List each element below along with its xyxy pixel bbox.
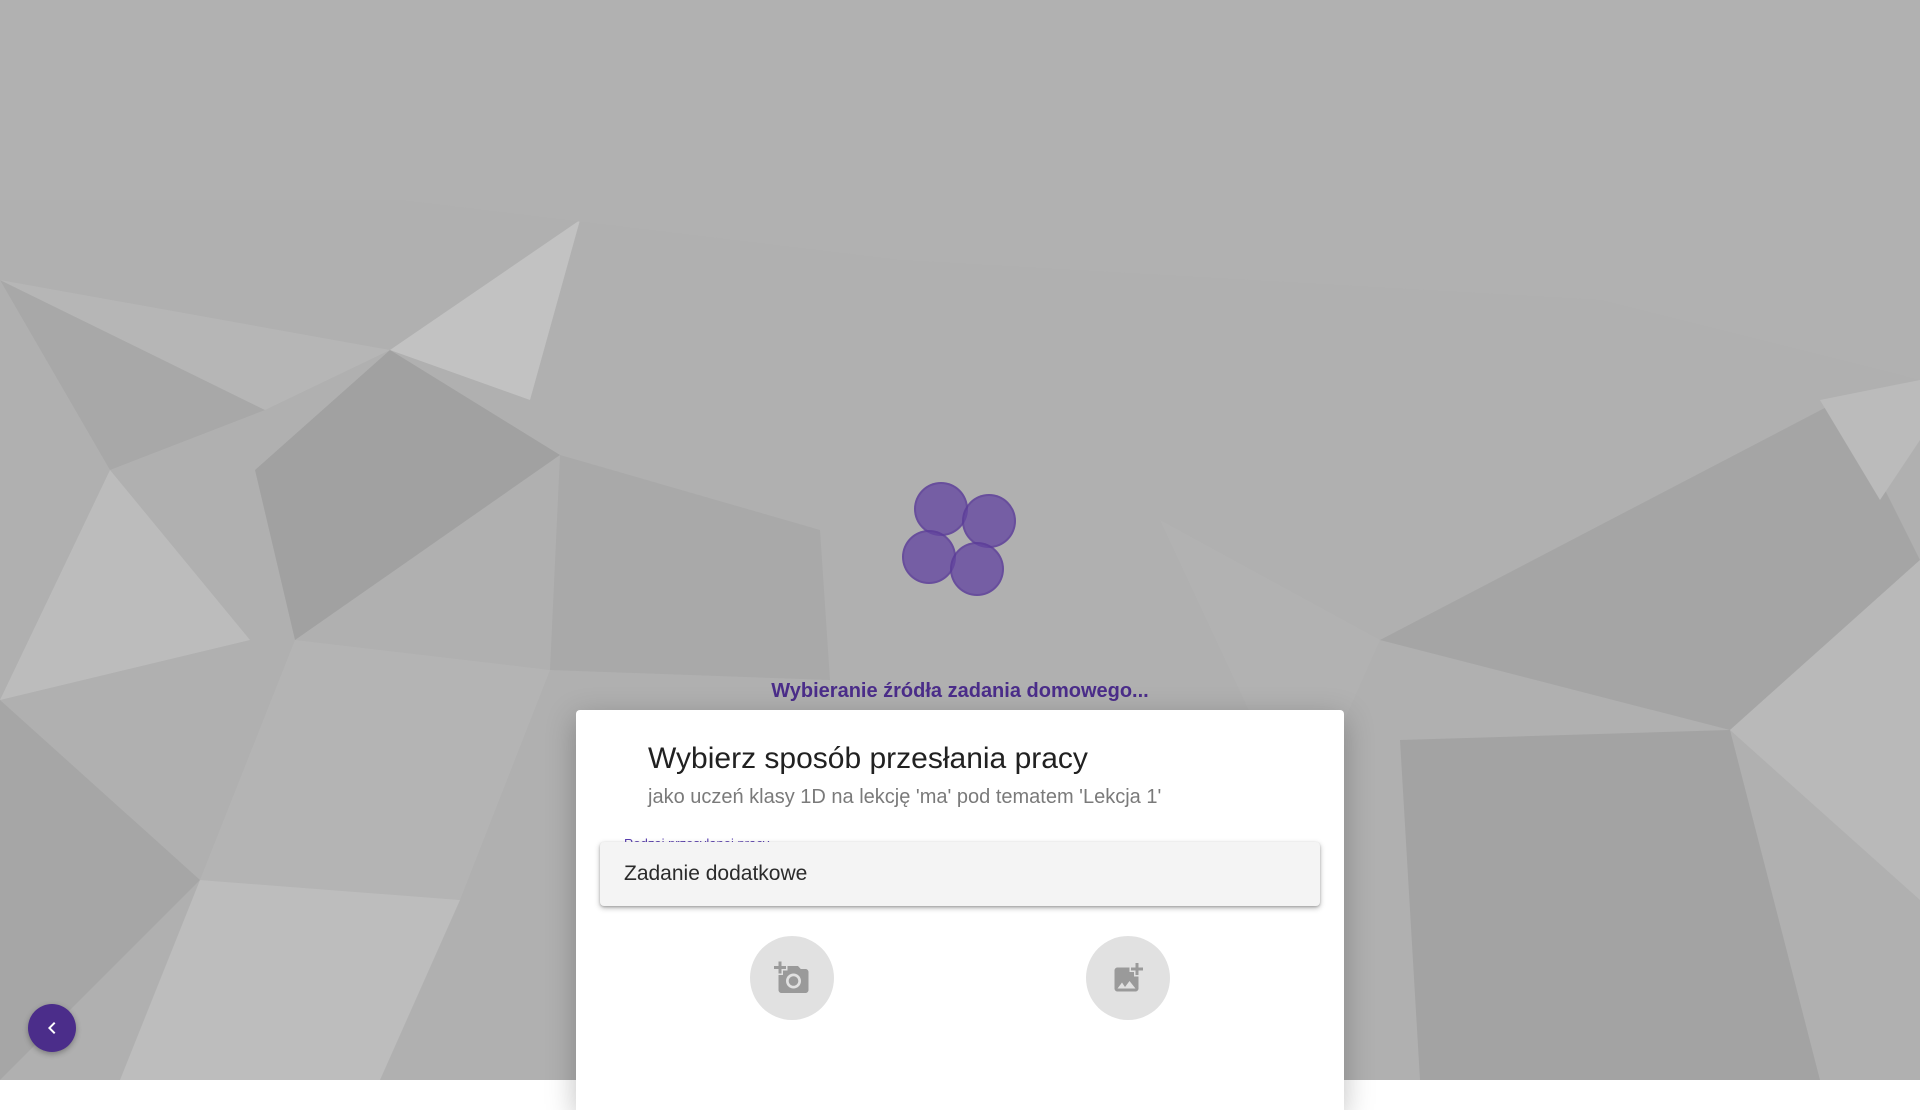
- upload-method-dialog: Wybierz sposób przesłania pracy jako ucz…: [576, 710, 1344, 1110]
- loader-blob: [962, 494, 1016, 548]
- loader-blob: [914, 482, 968, 536]
- add-camera-icon: [774, 961, 809, 993]
- add-image-button[interactable]: [1086, 936, 1170, 1020]
- loading-spinner: [900, 480, 1020, 600]
- loading-status-text: Wybieranie źródła zadania domowego...: [771, 680, 1149, 702]
- dialog-title: Wybierz sposób przesłania pracy: [648, 742, 1088, 775]
- loader-blob: [950, 542, 1004, 596]
- take-photo-button[interactable]: [750, 936, 834, 1020]
- loader-blob: [902, 530, 956, 584]
- add-image-icon: [1114, 963, 1143, 992]
- work-type-select[interactable]: Zadanie dodatkowe: [600, 842, 1320, 906]
- dialog-subtitle: jako uczeń klasy 1D na lekcję 'ma' pod t…: [648, 786, 1162, 808]
- back-button[interactable]: [28, 1004, 76, 1052]
- chevron-left-icon: [48, 1022, 56, 1034]
- work-type-value: Zadanie dodatkowe: [624, 862, 808, 885]
